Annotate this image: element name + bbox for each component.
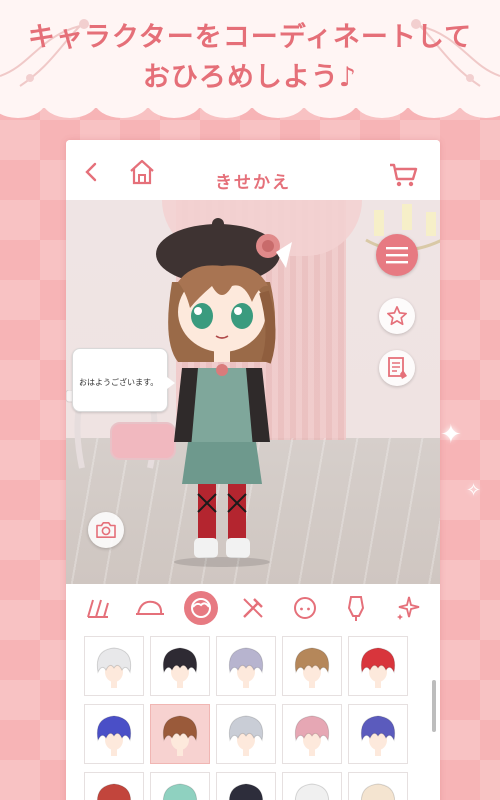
hair-item[interactable] <box>348 636 408 696</box>
hairstyle-thumbnail <box>360 783 396 800</box>
hat-icon <box>135 600 164 615</box>
tab-outfit[interactable] <box>339 591 373 625</box>
hairstyle-thumbnail <box>228 715 264 756</box>
hair-item[interactable] <box>150 636 210 696</box>
tab-face[interactable] <box>288 591 322 625</box>
hairstyle-thumbnail <box>360 647 396 688</box>
hair-item[interactable] <box>348 772 408 800</box>
hair-item-grid <box>84 636 424 800</box>
hair-item[interactable] <box>150 772 210 800</box>
hairstyle-thumbnail <box>96 783 132 800</box>
cart-icon[interactable] <box>388 162 418 188</box>
tab-hair[interactable] <box>184 591 219 625</box>
sparkle-icon <box>397 596 420 620</box>
face-icon <box>293 597 316 619</box>
hairstyle-thumbnail <box>162 647 198 688</box>
hair-item[interactable] <box>84 772 144 800</box>
scrollbar[interactable] <box>432 680 436 732</box>
hair-item[interactable] <box>84 704 144 764</box>
phone-screen: きせかえ おはようございます。 <box>66 140 440 800</box>
speech-text: おはようございます。 <box>79 378 159 387</box>
menu-button[interactable] <box>376 234 418 276</box>
hairstyle-thumbnail <box>228 647 264 688</box>
hair-item[interactable] <box>348 704 408 764</box>
hair-item[interactable] <box>84 636 144 696</box>
page-title: きせかえ <box>215 173 291 193</box>
favorite-button[interactable] <box>379 298 415 334</box>
camera-icon <box>96 521 116 539</box>
hairstyle-thumbnail <box>294 715 330 756</box>
tools-icon <box>243 598 263 618</box>
category-tabs <box>66 584 440 632</box>
headline-line-2: おひろめしよう♪ <box>142 62 358 93</box>
top-navigation-bar: きせかえ <box>66 140 440 200</box>
sparkle-icon: ✦ <box>440 420 462 450</box>
camera-button[interactable] <box>88 512 124 548</box>
promo-headline: キャラクターをコーディネートして おひろめしよう♪ <box>0 18 500 98</box>
hair-item[interactable] <box>216 772 276 800</box>
hair-item[interactable] <box>282 772 342 800</box>
avatar-character[interactable] <box>152 212 292 568</box>
hairstyle-thumbnail <box>294 783 330 800</box>
hairstyle-thumbnail <box>162 783 198 800</box>
sparkle-icon: ✧ <box>466 480 482 501</box>
hairstyle-thumbnail <box>96 647 132 688</box>
star-icon <box>387 306 407 326</box>
mannequin-icon <box>348 596 365 621</box>
hairstyle-thumbnail <box>228 783 264 800</box>
tab-hat[interactable] <box>133 591 167 625</box>
hairstyle-thumbnail <box>96 715 132 756</box>
headline-line-1: キャラクターをコーディネートして <box>27 22 473 53</box>
memo-icon <box>388 357 407 379</box>
tab-item[interactable] <box>236 591 270 625</box>
memo-button[interactable] <box>379 350 415 386</box>
scallop-edge <box>0 100 500 122</box>
hair-item[interactable] <box>282 704 342 764</box>
hamburger-menu-icon <box>386 247 408 264</box>
hairstyle-thumbnail <box>162 715 198 756</box>
tab-effect[interactable] <box>391 591 425 625</box>
hair-item[interactable] <box>150 704 210 764</box>
hairstyle-thumbnail <box>294 647 330 688</box>
hair-icon <box>191 598 212 618</box>
dressing-room-scene: おはようございます。 <box>66 200 440 584</box>
hairstyle-thumbnail <box>360 715 396 756</box>
hair-item[interactable] <box>216 704 276 764</box>
clothing-set-icon <box>86 599 109 618</box>
hair-item[interactable] <box>216 636 276 696</box>
tab-set[interactable] <box>81 591 115 625</box>
hair-item[interactable] <box>282 636 342 696</box>
